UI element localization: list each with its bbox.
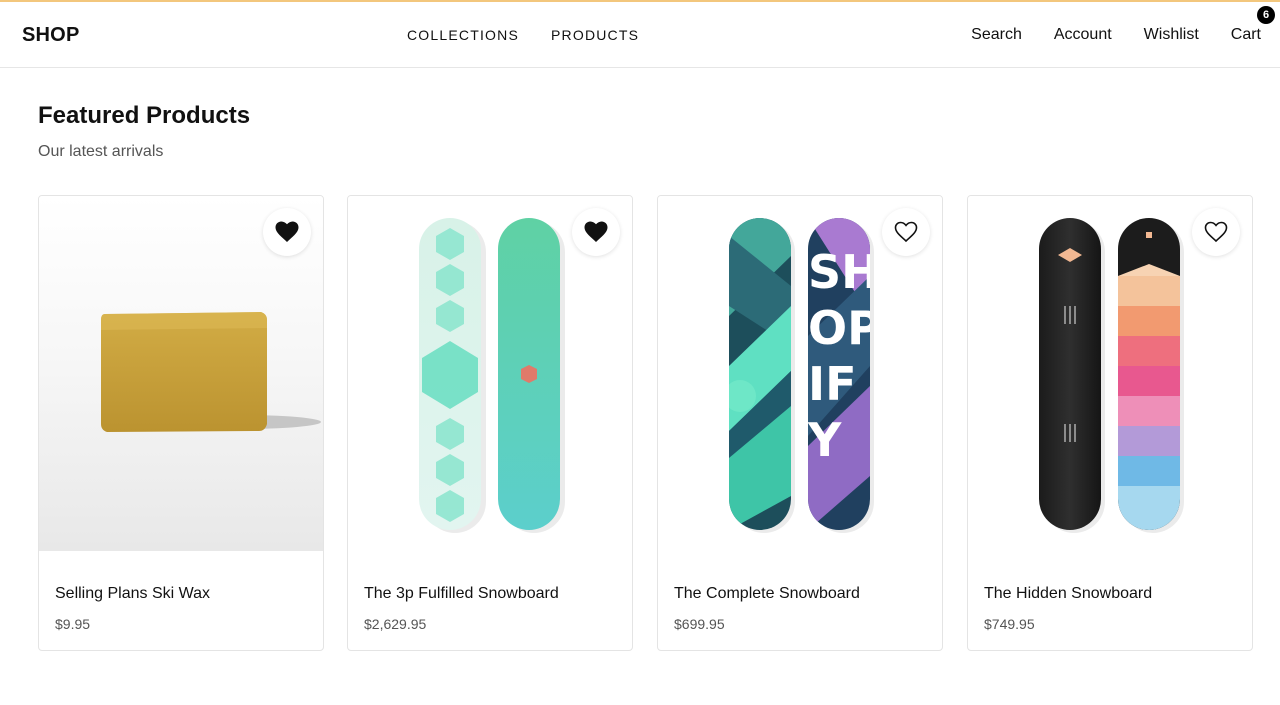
product-title[interactable]: The 3p Fulfilled Snowboard: [364, 585, 559, 603]
wishlist-heart-button[interactable]: [1192, 208, 1240, 256]
wishlist-link[interactable]: Wishlist: [1144, 26, 1199, 44]
user-nav: Search Account Wishlist Cart 6: [971, 6, 1275, 44]
site-header: SHOP COLLECTIONS PRODUCTS Search Account…: [0, 2, 1280, 68]
svg-text:OP: OP: [808, 301, 881, 355]
product-title[interactable]: The Complete Snowboard: [674, 585, 860, 603]
heart-outline-icon: [894, 221, 918, 243]
svg-text:Y: Y: [807, 413, 842, 467]
main-nav: COLLECTIONS PRODUCTS: [407, 27, 639, 43]
heart-filled-icon: [584, 221, 608, 242]
product-card[interactable]: The 3p Fulfilled Snowboard $2,629.95: [347, 195, 633, 651]
search-link[interactable]: Search: [971, 26, 1022, 44]
product-title[interactable]: The Hidden Snowboard: [984, 585, 1152, 603]
heart-outline-icon: [1204, 221, 1228, 243]
cart-label: Cart: [1230, 26, 1261, 43]
nav-collections[interactable]: COLLECTIONS: [407, 27, 519, 43]
nav-products[interactable]: PRODUCTS: [551, 27, 639, 43]
product-price: $749.95: [984, 616, 1035, 632]
product-price: $699.95: [674, 616, 725, 632]
wishlist-heart-button[interactable]: [882, 208, 930, 256]
cart-count-badge: 6: [1257, 6, 1275, 24]
section-subtitle: Our latest arrivals: [38, 143, 164, 160]
product-price: $9.95: [55, 616, 91, 632]
product-title[interactable]: Selling Plans Ski Wax: [55, 585, 210, 603]
product-card[interactable]: Selling Plans Ski Wax $9.95: [38, 195, 324, 651]
product-price: $2,629.95: [364, 616, 427, 632]
section-title: Featured Products: [38, 102, 251, 129]
account-link[interactable]: Account: [1054, 26, 1112, 44]
wishlist-heart-button[interactable]: [263, 208, 311, 256]
cart-link[interactable]: Cart 6: [1230, 6, 1275, 44]
product-card[interactable]: SH OP IF Y The Complete Snowboard $699.9…: [657, 195, 943, 651]
wishlist-heart-button[interactable]: [572, 208, 620, 256]
heart-filled-icon: [275, 221, 299, 242]
shop-logo[interactable]: SHOP: [22, 24, 79, 47]
product-card[interactable]: The Hidden Snowboard $749.95: [967, 195, 1253, 651]
svg-text:SH: SH: [808, 245, 880, 299]
svg-text:IF: IF: [808, 357, 857, 411]
